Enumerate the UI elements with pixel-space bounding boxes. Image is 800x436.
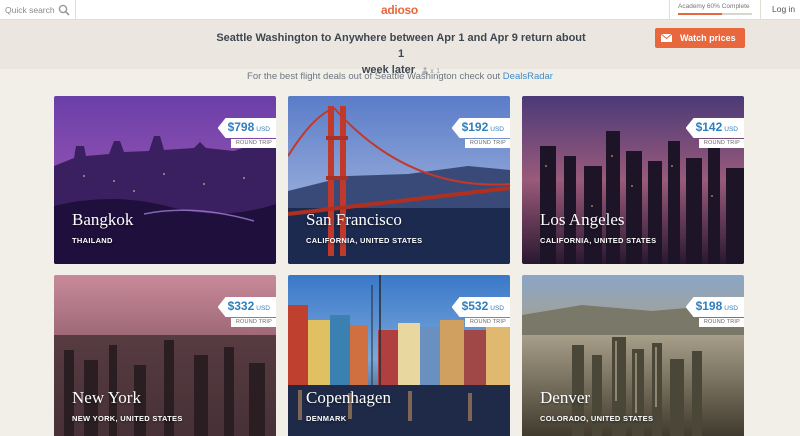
destination-region: THAILAND	[72, 236, 113, 245]
destination-region: CALIFORNIA, UNITED STATES	[540, 236, 657, 245]
price-tag: $192 USD	[451, 118, 510, 138]
envelope-icon	[661, 34, 672, 42]
academy-progress[interactable]: Academy 60% Complete	[669, 0, 761, 19]
top-bar: Quick search adioso Academy 60% Complete…	[0, 0, 800, 20]
price-currency: USD	[490, 305, 504, 312]
price-value: $198	[695, 299, 723, 313]
deal-card-san-francisco[interactable]: $192 USD ROUND TRIP San Francisco CALIFO…	[288, 96, 510, 264]
search-label: Quick search	[5, 4, 55, 15]
deal-card-new-york[interactable]: $332 USD ROUND TRIP New York NEW YORK, U…	[54, 275, 276, 436]
watch-prices-label: Watch prices	[680, 33, 736, 43]
quick-search[interactable]: Quick search	[0, 0, 76, 19]
academy-progress-bar	[678, 13, 752, 15]
watch-prices-button[interactable]: Watch prices	[655, 28, 745, 48]
deals-tip: For the best flight deals out of Seattle…	[0, 71, 800, 82]
price-currency: USD	[256, 126, 270, 133]
price-value: $798	[227, 120, 255, 134]
deal-card-denver[interactable]: $198 USD ROUND TRIP Denver COLORADO, UNI…	[522, 275, 744, 436]
destination-city: Denver	[540, 388, 591, 407]
price-value: $532	[461, 299, 489, 313]
trip-type-badge: ROUND TRIP	[698, 318, 744, 327]
login-link[interactable]: Log in	[772, 4, 795, 14]
price-value: $192	[461, 120, 489, 134]
trip-type-badge: ROUND TRIP	[464, 139, 510, 148]
price-tag: $532 USD	[451, 297, 510, 317]
price-value: $332	[227, 299, 255, 313]
deal-card-bangkok[interactable]: $798 USD ROUND TRIP Bangkok THAILAND	[54, 96, 276, 264]
deals-tip-text: For the best flight deals out of Seattle…	[247, 71, 501, 82]
price-tag: $142 USD	[685, 118, 744, 138]
destination-city: Copenhagen	[306, 388, 391, 407]
destination-city: San Francisco	[306, 210, 402, 229]
academy-label: Academy 60% Complete	[678, 3, 750, 10]
logo[interactable]: adioso	[381, 3, 418, 17]
destination-city: Los Angeles	[540, 210, 625, 229]
deal-card-copenhagen[interactable]: $532 USD ROUND TRIP Copenhagen DENMARK	[288, 275, 510, 436]
search-summary-line1: Seattle Washington to Anywhere between A…	[216, 32, 586, 60]
price-tag: $798 USD	[217, 118, 276, 138]
destination-region: CALIFORNIA, UNITED STATES	[306, 236, 423, 245]
price-currency: USD	[724, 126, 738, 133]
academy-progress-fill	[678, 13, 723, 15]
destination-region: DENMARK	[306, 414, 347, 423]
price-tag: $332 USD	[217, 297, 276, 317]
dealsradar-link[interactable]: DealsRadar	[503, 71, 553, 82]
destination-region: COLORADO, UNITED STATES	[540, 414, 654, 423]
destination-city: Bangkok	[72, 210, 134, 229]
search-summary: Seattle Washington to Anywhere between A…	[0, 20, 800, 76]
trip-type-badge: ROUND TRIP	[464, 318, 510, 327]
trip-type-badge: ROUND TRIP	[230, 318, 276, 327]
price-currency: USD	[724, 305, 738, 312]
trip-type-badge: ROUND TRIP	[698, 139, 744, 148]
price-value: $142	[695, 120, 723, 134]
price-currency: USD	[490, 126, 504, 133]
price-tag: $198 USD	[685, 297, 744, 317]
search-icon[interactable]	[58, 4, 70, 16]
deal-card-los-angeles[interactable]: $142 USD ROUND TRIP Los Angeles CALIFORN…	[522, 96, 744, 264]
trip-type-badge: ROUND TRIP	[230, 139, 276, 148]
destination-region: NEW YORK, UNITED STATES	[72, 414, 183, 423]
destination-city: New York	[72, 388, 141, 407]
price-currency: USD	[256, 305, 270, 312]
